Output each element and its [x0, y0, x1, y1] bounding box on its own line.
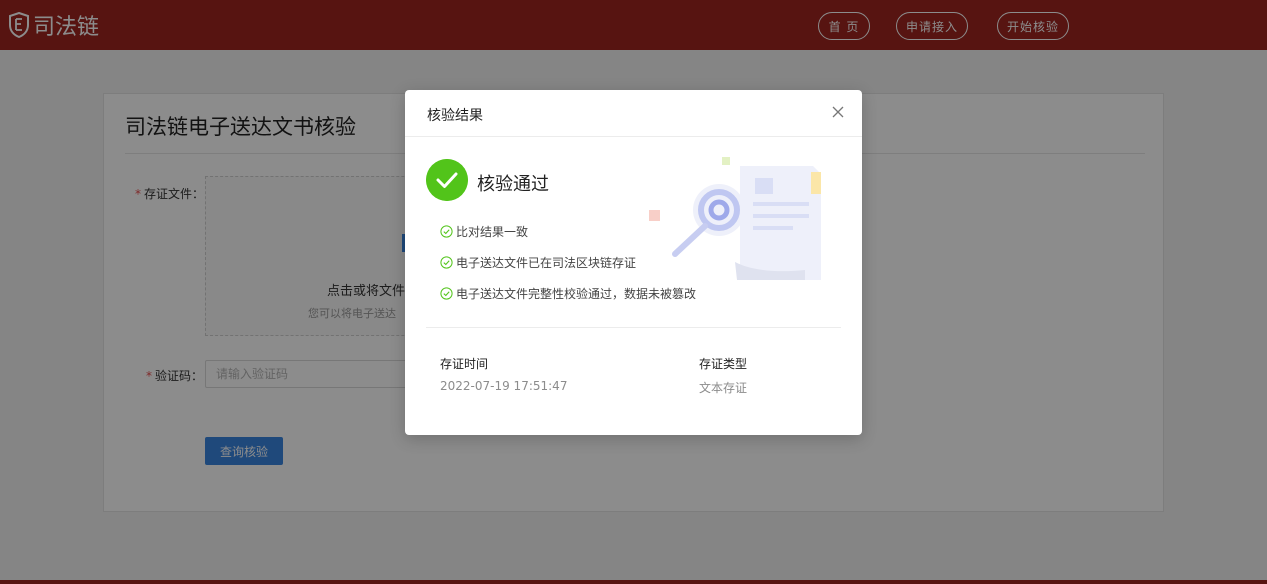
dialog-header-divider: [405, 136, 862, 137]
document-magnifier-illustration: [649, 157, 821, 280]
check-item-text: 比对结果一致: [456, 225, 529, 239]
evidence-type-value: 文本存证: [699, 381, 748, 395]
check-item-text: 电子送达文件完整性校验通过，数据未被篡改: [456, 287, 697, 301]
check-circle-outline-icon: [440, 225, 453, 238]
check-circle-outline-icon: [440, 256, 453, 269]
check-item: 电子送达文件完整性校验通过，数据未被篡改: [440, 285, 696, 302]
check-circle-outline-icon: [440, 287, 453, 300]
check-item: 比对结果一致: [440, 223, 528, 240]
evidence-type-label: 存证类型: [699, 357, 748, 371]
dialog-section-divider: [426, 327, 841, 328]
check-circle-icon: [426, 159, 468, 201]
evidence-time-label: 存证时间: [440, 357, 489, 371]
verify-result-dialog: 核验结果 核验通过 比对结果一致 电子送达文件已在司法区块链存证 电子送达文件完…: [405, 90, 862, 435]
check-item: 电子送达文件已在司法区块链存证: [440, 254, 636, 271]
close-icon[interactable]: [830, 104, 846, 120]
check-item-text: 电子送达文件已在司法区块链存证: [456, 256, 637, 270]
evidence-time-value: 2022-07-19 17:51:47: [440, 379, 568, 393]
verify-status-text: 核验通过: [477, 174, 549, 195]
dialog-title: 核验结果: [427, 108, 483, 124]
